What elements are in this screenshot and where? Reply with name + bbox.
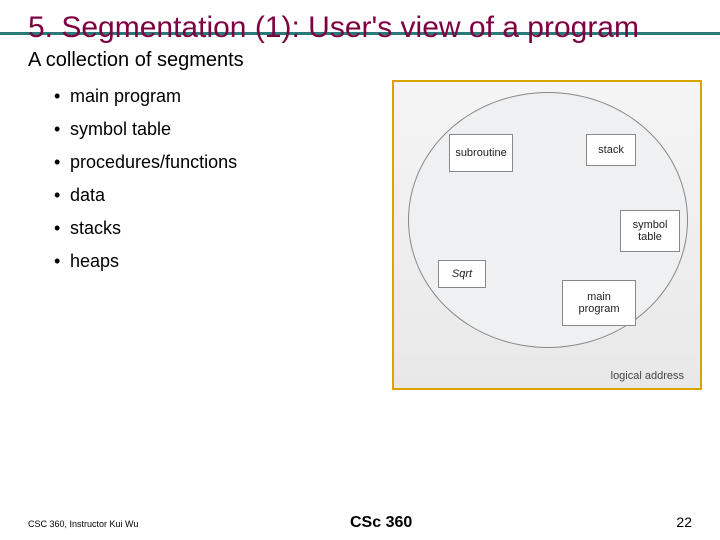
list-item: symbol table	[54, 113, 237, 146]
logical-address-diagram: subroutine stack symbol table Sqrt main …	[392, 80, 702, 390]
list-item: main program	[54, 80, 237, 113]
segment-box-main-program: main program	[562, 280, 636, 326]
segment-box-stack: stack	[586, 134, 636, 166]
list-item: heaps	[54, 245, 237, 278]
segment-box-symbol-table: symbol table	[620, 210, 680, 252]
footer-course-instructor: CSC 360, Instructor Kui Wu	[28, 519, 138, 529]
content-row: main program symbol table procedures/fun…	[28, 80, 692, 390]
segment-box-sqrt: Sqrt	[438, 260, 486, 288]
list-item: procedures/functions	[54, 146, 237, 179]
footer-page-number: 22	[676, 514, 692, 530]
bullet-list: main program symbol table procedures/fun…	[28, 80, 237, 278]
list-item: data	[54, 179, 237, 212]
slide-title: 5. Segmentation (1): User's view of a pr…	[28, 10, 692, 46]
diagram-caption: logical address	[611, 370, 684, 382]
slide-footer: CSC 360, Instructor Kui Wu CSc 360 22	[28, 514, 692, 530]
subheading: A collection of segments	[28, 49, 692, 72]
diagram-container: subroutine stack symbol table Sqrt main …	[392, 80, 702, 390]
footer-course-code: CSc 360	[350, 514, 412, 532]
segment-box-subroutine: subroutine	[449, 134, 513, 172]
list-item: stacks	[54, 212, 237, 245]
slide: 5. Segmentation (1): User's view of a pr…	[0, 0, 720, 540]
